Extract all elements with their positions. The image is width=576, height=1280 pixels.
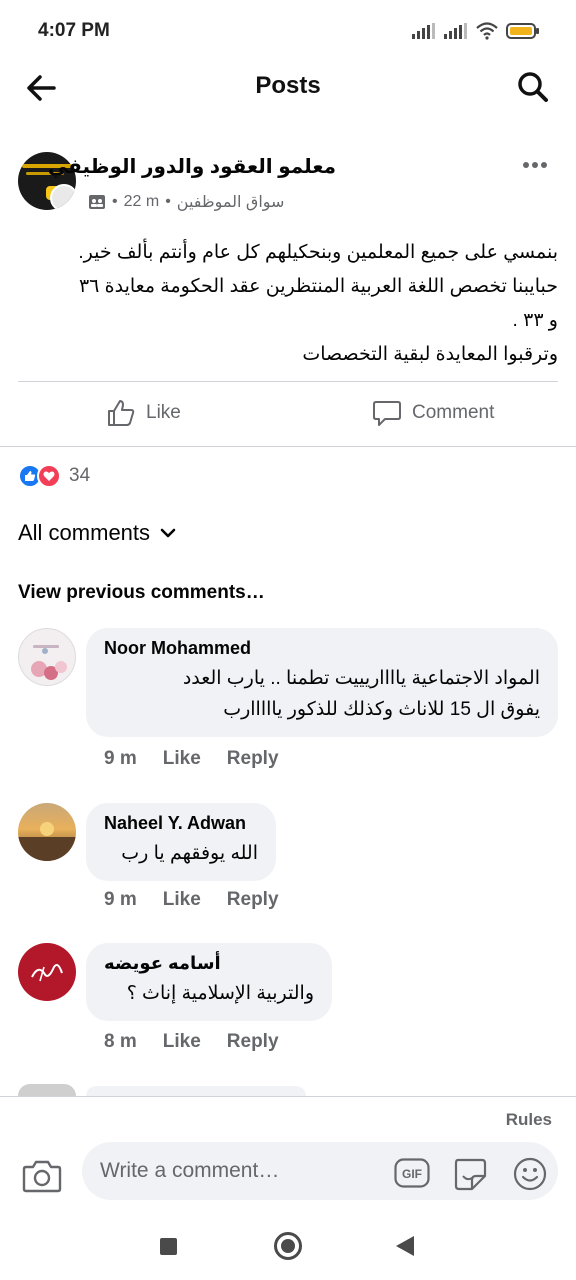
gif-icon: GIF xyxy=(394,1158,430,1188)
meta-dot: • xyxy=(112,193,118,210)
wifi-icon xyxy=(476,22,498,40)
divider xyxy=(0,1096,576,1097)
rules-link[interactable]: Rules xyxy=(506,1110,552,1130)
commenter-avatar-partial[interactable] xyxy=(18,1084,76,1096)
battery-icon xyxy=(506,23,539,39)
status-bar: 4:07 PM xyxy=(0,0,576,64)
divider xyxy=(18,381,558,382)
post-actions: Like Comment xyxy=(0,394,576,438)
comment-bubble-icon xyxy=(373,401,401,426)
comment-text: والتربية الإسلامية إناث ؟ xyxy=(126,983,314,1004)
more-dots-icon xyxy=(523,162,547,168)
page-title: Posts xyxy=(255,72,321,99)
sticker-button[interactable] xyxy=(452,1156,488,1192)
comment-filter-label: All comments xyxy=(18,520,151,545)
camera-button[interactable] xyxy=(22,1158,62,1194)
commenter-avatar[interactable] xyxy=(18,803,76,861)
page-name[interactable]: معلمو العقود والدور الوظيفي xyxy=(48,154,336,179)
meta-dot-2: • xyxy=(165,193,171,210)
comment-meta: 8 m Like Reply xyxy=(104,1031,279,1053)
author-avatar xyxy=(50,184,76,210)
view-previous-comments-link[interactable]: View previous comments… xyxy=(18,582,265,604)
comment-filter-dropdown[interactable]: All comments xyxy=(18,520,176,546)
gif-button[interactable]: GIF xyxy=(394,1158,430,1188)
like-button[interactable]: Like xyxy=(106,398,181,428)
system-nav-bar xyxy=(0,1214,576,1280)
more-options-button[interactable] xyxy=(522,158,548,172)
like-label: Like xyxy=(146,402,181,423)
comment-like-button[interactable]: Like xyxy=(163,889,201,911)
commenter-avatar[interactable] xyxy=(18,943,76,1001)
comment-label: Comment xyxy=(412,402,495,423)
chevron-down-icon xyxy=(160,528,176,538)
love-reaction-icon xyxy=(37,464,61,488)
post-author[interactable]: سواق الموظفين xyxy=(177,192,285,212)
search-button[interactable] xyxy=(514,68,552,106)
sticker-icon xyxy=(454,1158,487,1191)
comment-bubble[interactable]: أسامه عويضه والتربية الإسلامية إناث ؟ xyxy=(86,943,332,1021)
emoji-button[interactable] xyxy=(512,1156,548,1192)
comment-meta: 9 m Like Reply xyxy=(104,889,279,911)
post-line: و ٣٣ . xyxy=(512,310,558,331)
system-back-button[interactable] xyxy=(396,1236,414,1256)
post-header: معلمو العقود والدور الوظيفي • 22 m • سوا… xyxy=(0,148,576,218)
commenter-avatar[interactable] xyxy=(18,628,76,686)
comment-text: الله يوفقهم يا رب xyxy=(121,843,258,864)
signal-icon-2 xyxy=(444,23,467,39)
comment-like-button[interactable]: Like xyxy=(163,1031,201,1053)
flowers-avatar-icon xyxy=(31,645,67,680)
comment-bubble[interactable]: Naheel Y. Adwan الله يوفقهم يا رب xyxy=(86,803,276,881)
comment-text: يفوق ال 15 للاناث وكذلك للذكور يااااارب xyxy=(223,699,540,720)
comment-bubble-partial[interactable] xyxy=(86,1086,306,1096)
reactions-summary[interactable]: 34 xyxy=(18,464,90,488)
divider xyxy=(0,446,576,447)
status-icons xyxy=(412,22,540,40)
commenter-name[interactable]: Naheel Y. Adwan xyxy=(104,813,258,834)
sunset-avatar-icon xyxy=(18,822,76,861)
comment-bubble[interactable]: Noor Mohammed المواد الاجتماعية يااااريي… xyxy=(86,628,558,737)
recents-button[interactable] xyxy=(160,1238,177,1255)
post-meta: • 22 m • سواق الموظفين xyxy=(88,192,284,212)
comment-meta: 9 m Like Reply xyxy=(104,748,279,770)
comment-button[interactable]: Comment xyxy=(372,398,494,428)
emoji-icon xyxy=(513,1157,547,1191)
comment-like-button[interactable]: Like xyxy=(163,748,201,770)
group-icon xyxy=(89,195,105,209)
comment-text: المواد الاجتماعية يااااريييت تطمنا .. يا… xyxy=(182,668,540,689)
post-text: بنمسي على جميع المعلمين وبنحكيلهم كل عام… xyxy=(18,236,558,372)
signal-icon xyxy=(412,23,435,39)
commenter-name[interactable]: أسامه عويضه xyxy=(104,953,314,974)
home-button[interactable] xyxy=(274,1232,302,1260)
comment-time: 8 m xyxy=(104,1031,137,1052)
commenter-name[interactable]: Noor Mohammed xyxy=(104,638,540,659)
status-time: 4:07 PM xyxy=(38,20,110,41)
comment-time: 9 m xyxy=(104,889,137,910)
comment-reply-button[interactable]: Reply xyxy=(227,748,279,770)
comment-composer: Rules GIF xyxy=(0,1096,576,1214)
calligraphy-avatar-icon xyxy=(31,964,63,982)
post-line: حبايبنا تخصص اللغة العربية المنتظرين عقد… xyxy=(78,276,558,297)
comment-reply-button[interactable]: Reply xyxy=(227,1031,279,1053)
top-bar: Posts xyxy=(0,64,576,110)
search-icon xyxy=(518,72,548,102)
post-time[interactable]: 22 m xyxy=(124,193,160,211)
comment-reply-button[interactable]: Reply xyxy=(227,889,279,911)
post-line: بنمسي على جميع المعلمين وبنحكيلهم كل عام… xyxy=(78,242,558,263)
thumbs-up-icon xyxy=(108,400,135,426)
svg-text:GIF: GIF xyxy=(402,1167,422,1181)
reaction-count: 34 xyxy=(69,465,91,486)
camera-icon xyxy=(22,1160,62,1193)
comment-time: 9 m xyxy=(104,748,137,769)
post-line: وترقبوا المعايدة لبقية التخصصات xyxy=(302,344,558,365)
